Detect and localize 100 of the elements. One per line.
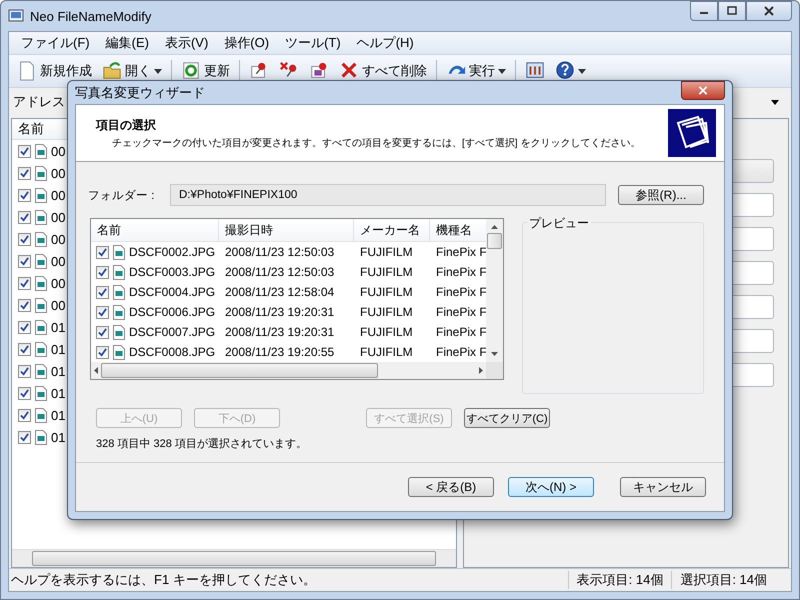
image-file-icon — [35, 210, 47, 224]
scroll-thumb[interactable] — [32, 551, 436, 566]
vertical-scrollbar[interactable] — [486, 219, 503, 362]
image-file-icon — [35, 232, 47, 246]
checkbox[interactable] — [18, 188, 31, 202]
column-header[interactable]: 名前 — [18, 120, 44, 138]
checkbox[interactable] — [18, 408, 31, 422]
document-icon — [17, 61, 37, 81]
checkbox[interactable] — [18, 144, 31, 158]
menu-item[interactable]: ヘルプ(H) — [348, 32, 422, 54]
file-name[interactable]: DSCF0003.JPG — [129, 265, 216, 279]
wizard-nav-button[interactable]: キャンセル — [620, 477, 706, 497]
image-file-icon — [35, 276, 47, 290]
file-name[interactable]: DSCF0006.JPG — [129, 305, 216, 319]
toolbar-button[interactable]: 更新 — [177, 59, 234, 83]
scroll-right-icon[interactable] — [479, 367, 483, 374]
close-button[interactable] — [746, 1, 792, 21]
checkbox[interactable] — [18, 342, 31, 356]
table-cell-text: FinePix F — [435, 285, 486, 299]
checkbox[interactable] — [96, 286, 109, 298]
file-name[interactable]: 01 — [51, 364, 66, 378]
table-cell-text: 2008/11/23 19:20:31 — [224, 305, 336, 319]
file-name[interactable]: 00 — [51, 298, 66, 312]
scroll-up-icon[interactable] — [491, 225, 498, 229]
file-name[interactable]: 01 — [51, 386, 66, 400]
column-header[interactable]: 名前 — [91, 219, 219, 241]
caret-icon[interactable] — [154, 68, 162, 74]
scrollbar-corner — [486, 362, 503, 379]
checkbox[interactable] — [18, 166, 31, 180]
file-name[interactable]: 01 — [51, 320, 66, 334]
checkbox[interactable] — [96, 346, 109, 358]
file-name[interactable]: 00 — [51, 210, 66, 224]
table-cell-text: FUJIFILM — [359, 265, 414, 279]
refresh-icon — [181, 61, 201, 81]
table-cell-text: 2008/11/23 12:50:03 — [224, 265, 336, 279]
table-cell-text: 2008/11/23 12:50:03 — [224, 245, 336, 259]
checkbox[interactable] — [18, 254, 31, 268]
image-file-icon — [113, 344, 125, 360]
image-file-icon — [35, 430, 47, 444]
file-name[interactable]: DSCF0007.JPG — [129, 325, 216, 339]
scroll-thumb[interactable] — [101, 363, 378, 378]
checkbox[interactable] — [96, 306, 109, 318]
image-file-icon — [113, 324, 125, 340]
file-name[interactable]: 00 — [51, 144, 66, 158]
wizard-nav-button[interactable]: 次へ(N) > — [508, 477, 594, 497]
close-button[interactable] — [681, 81, 725, 100]
scroll-thumb[interactable] — [487, 233, 502, 249]
maximize-button[interactable] — [718, 1, 746, 21]
file-name[interactable]: DSCF0004.JPG — [129, 285, 216, 299]
table-cell-text: FUJIFILM — [359, 325, 414, 339]
status-text: 選択項目: 14個 — [671, 571, 775, 589]
menu-item[interactable]: 操作(O) — [216, 32, 278, 54]
folder-path-field: D:¥Photo¥FINEPIX100 — [170, 184, 606, 206]
horizontal-scrollbar[interactable] — [91, 362, 486, 379]
caret-icon[interactable] — [578, 68, 586, 74]
checkbox[interactable] — [18, 232, 31, 246]
image-file-icon — [35, 144, 47, 158]
checkbox[interactable] — [18, 276, 31, 290]
toolbar-button[interactable]: すべて削除 — [335, 59, 431, 83]
toolbar-button[interactable]: 新規作成 — [13, 59, 96, 83]
browse-button[interactable]: 参照(R)... — [618, 185, 704, 205]
toolbox-icon — [525, 61, 545, 81]
horizontal-scrollbar[interactable] — [12, 549, 456, 567]
toolbar-button[interactable]: 実行 — [442, 59, 510, 83]
checkbox[interactable] — [96, 266, 109, 278]
scroll-left-icon[interactable] — [94, 367, 98, 374]
file-name[interactable]: 00 — [51, 254, 66, 268]
table-cell-text: 2008/11/23 12:58:04 — [224, 285, 336, 299]
checkbox[interactable] — [18, 386, 31, 400]
file-name[interactable]: DSCF0002.JPG — [129, 245, 216, 259]
caret-icon[interactable] — [498, 68, 506, 74]
file-name[interactable]: DSCF0008.JPG — [129, 345, 216, 359]
status-text: ヘルプを表示するには、F1 キーを押してください。 — [10, 571, 317, 589]
wizard-nav-button[interactable]: < 戻る(B) — [408, 477, 494, 497]
image-file-icon — [35, 408, 47, 422]
menu-item[interactable]: ツール(T) — [277, 32, 349, 54]
checkbox[interactable] — [18, 430, 31, 444]
checkbox[interactable] — [18, 210, 31, 224]
menu-item[interactable]: 編集(E) — [98, 32, 157, 54]
file-name[interactable]: 00 — [51, 276, 66, 290]
maximize-icon — [727, 6, 737, 16]
table-cell-text: FUJIFILM — [359, 345, 414, 359]
list-action-button[interactable]: すべてクリア(C) — [464, 408, 550, 428]
menu-item[interactable]: 表示(V) — [156, 32, 216, 54]
checkbox[interactable] — [18, 364, 31, 378]
checkbox[interactable] — [96, 326, 109, 338]
checkbox[interactable] — [96, 246, 109, 258]
toolbar-button[interactable]: 開く — [98, 59, 166, 83]
file-name[interactable]: 00 — [51, 188, 66, 202]
file-name[interactable]: 01 — [51, 342, 66, 356]
file-name[interactable]: 00 — [51, 232, 66, 246]
minimize-button[interactable] — [690, 1, 718, 21]
file-name[interactable]: 01 — [51, 430, 66, 444]
menu-item[interactable]: ファイル(F) — [13, 32, 98, 54]
checkbox[interactable] — [18, 298, 31, 312]
checkbox[interactable] — [18, 320, 31, 334]
file-name[interactable]: 00 — [51, 166, 66, 180]
file-name[interactable]: 01 — [51, 408, 66, 422]
column-header[interactable]: 撮影日時 — [219, 219, 354, 241]
column-header[interactable]: メーカー名 — [354, 219, 430, 241]
